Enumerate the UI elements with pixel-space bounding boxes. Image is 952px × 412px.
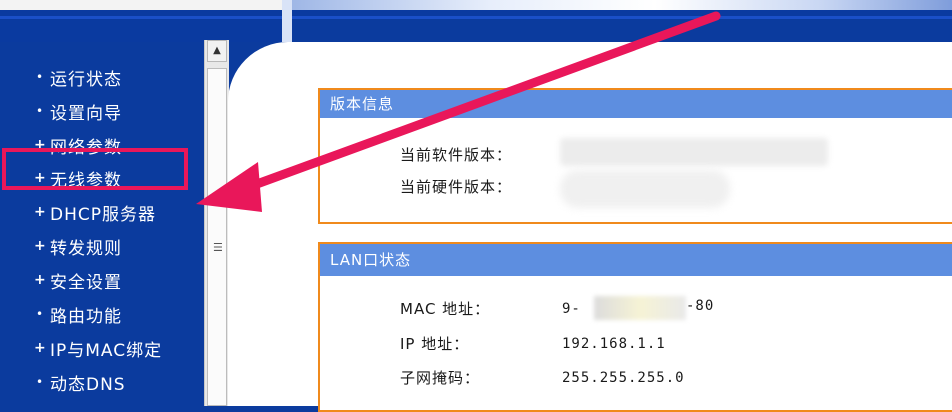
subnet-mask-label: 子网掩码： bbox=[400, 369, 481, 387]
mac-address-label: MAC 地址： bbox=[400, 300, 491, 318]
top-banner-image bbox=[292, 0, 952, 10]
scroll-thumb[interactable]: ☰ bbox=[207, 68, 227, 406]
bullet-icon: • bbox=[35, 375, 45, 389]
bullet-icon: • bbox=[35, 104, 45, 118]
sidebar-item-label: DHCP服务器 bbox=[50, 204, 156, 225]
bullet-icon: • bbox=[35, 70, 45, 84]
top-banner-divider bbox=[282, 0, 292, 42]
sidebar-item-ddns[interactable]: • 动态DNS bbox=[34, 369, 126, 395]
plus-icon: + bbox=[34, 272, 47, 288]
redacted-mac-address bbox=[594, 296, 686, 320]
sidebar-item-label: 设置向导 bbox=[50, 103, 122, 124]
scroll-up-icon[interactable]: ▲ bbox=[207, 40, 227, 62]
sidebar-item-label: 动态DNS bbox=[50, 374, 126, 395]
sidebar-item-dhcp[interactable]: + DHCP服务器 bbox=[34, 199, 156, 225]
mac-address-value-end: -80 bbox=[686, 298, 715, 314]
hardware-version-row: 当前硬件版本： bbox=[400, 176, 562, 197]
sidebar-item-label: 路由功能 bbox=[50, 306, 122, 327]
hardware-version-label: 当前硬件版本： bbox=[400, 178, 513, 196]
bullet-icon: • bbox=[35, 307, 45, 321]
grip-icon: ☰ bbox=[213, 241, 223, 254]
mac-address-value-start: 9- bbox=[562, 300, 581, 317]
sidebar-item-label: IP与MAC绑定 bbox=[50, 340, 163, 361]
panel-title: LAN口状态 bbox=[320, 244, 952, 276]
ip-address-value: 192.168.1.1 bbox=[562, 335, 666, 352]
mac-address-row: MAC 地址： 9- bbox=[400, 298, 581, 319]
content-top-bar bbox=[292, 19, 952, 42]
top-banner-left bbox=[0, 0, 282, 10]
sidebar-item-security[interactable]: + 安全设置 bbox=[34, 267, 122, 293]
software-version-row: 当前软件版本： bbox=[400, 144, 562, 165]
ip-address-label: IP 地址： bbox=[400, 335, 470, 353]
sidebar-item-setup-wizard[interactable]: • 设置向导 bbox=[34, 98, 122, 124]
mac-address-end-row: -80 bbox=[686, 298, 714, 314]
plus-icon: + bbox=[34, 204, 47, 220]
sidebar-item-label: 安全设置 bbox=[50, 272, 122, 293]
sidebar-item-status[interactable]: • 运行状态 bbox=[34, 64, 122, 90]
sidebar-scrollbar[interactable]: ▲ ☰ bbox=[204, 40, 229, 406]
subnet-mask-value: 255.255.255.0 bbox=[562, 369, 685, 386]
redacted-software-version bbox=[560, 138, 828, 166]
sidebar-item-ip-mac-binding[interactable]: + IP与MAC绑定 bbox=[34, 335, 162, 361]
subnet-mask-row: 子网掩码： 255.255.255.0 bbox=[400, 367, 685, 388]
ip-address-row: IP 地址： 192.168.1.1 bbox=[400, 333, 666, 354]
plus-icon: + bbox=[34, 340, 47, 356]
sidebar-item-label: 运行状态 bbox=[50, 69, 122, 90]
sidebar-item-label: 转发规则 bbox=[50, 238, 122, 259]
highlight-box bbox=[2, 148, 188, 190]
sidebar-item-forwarding[interactable]: + 转发规则 bbox=[34, 233, 122, 259]
redacted-hardware-version bbox=[560, 170, 730, 208]
panel-title: 版本信息 bbox=[320, 90, 952, 118]
software-version-label: 当前软件版本： bbox=[400, 146, 513, 164]
plus-icon: + bbox=[34, 238, 47, 254]
sidebar-item-routing[interactable]: • 路由功能 bbox=[34, 301, 122, 327]
